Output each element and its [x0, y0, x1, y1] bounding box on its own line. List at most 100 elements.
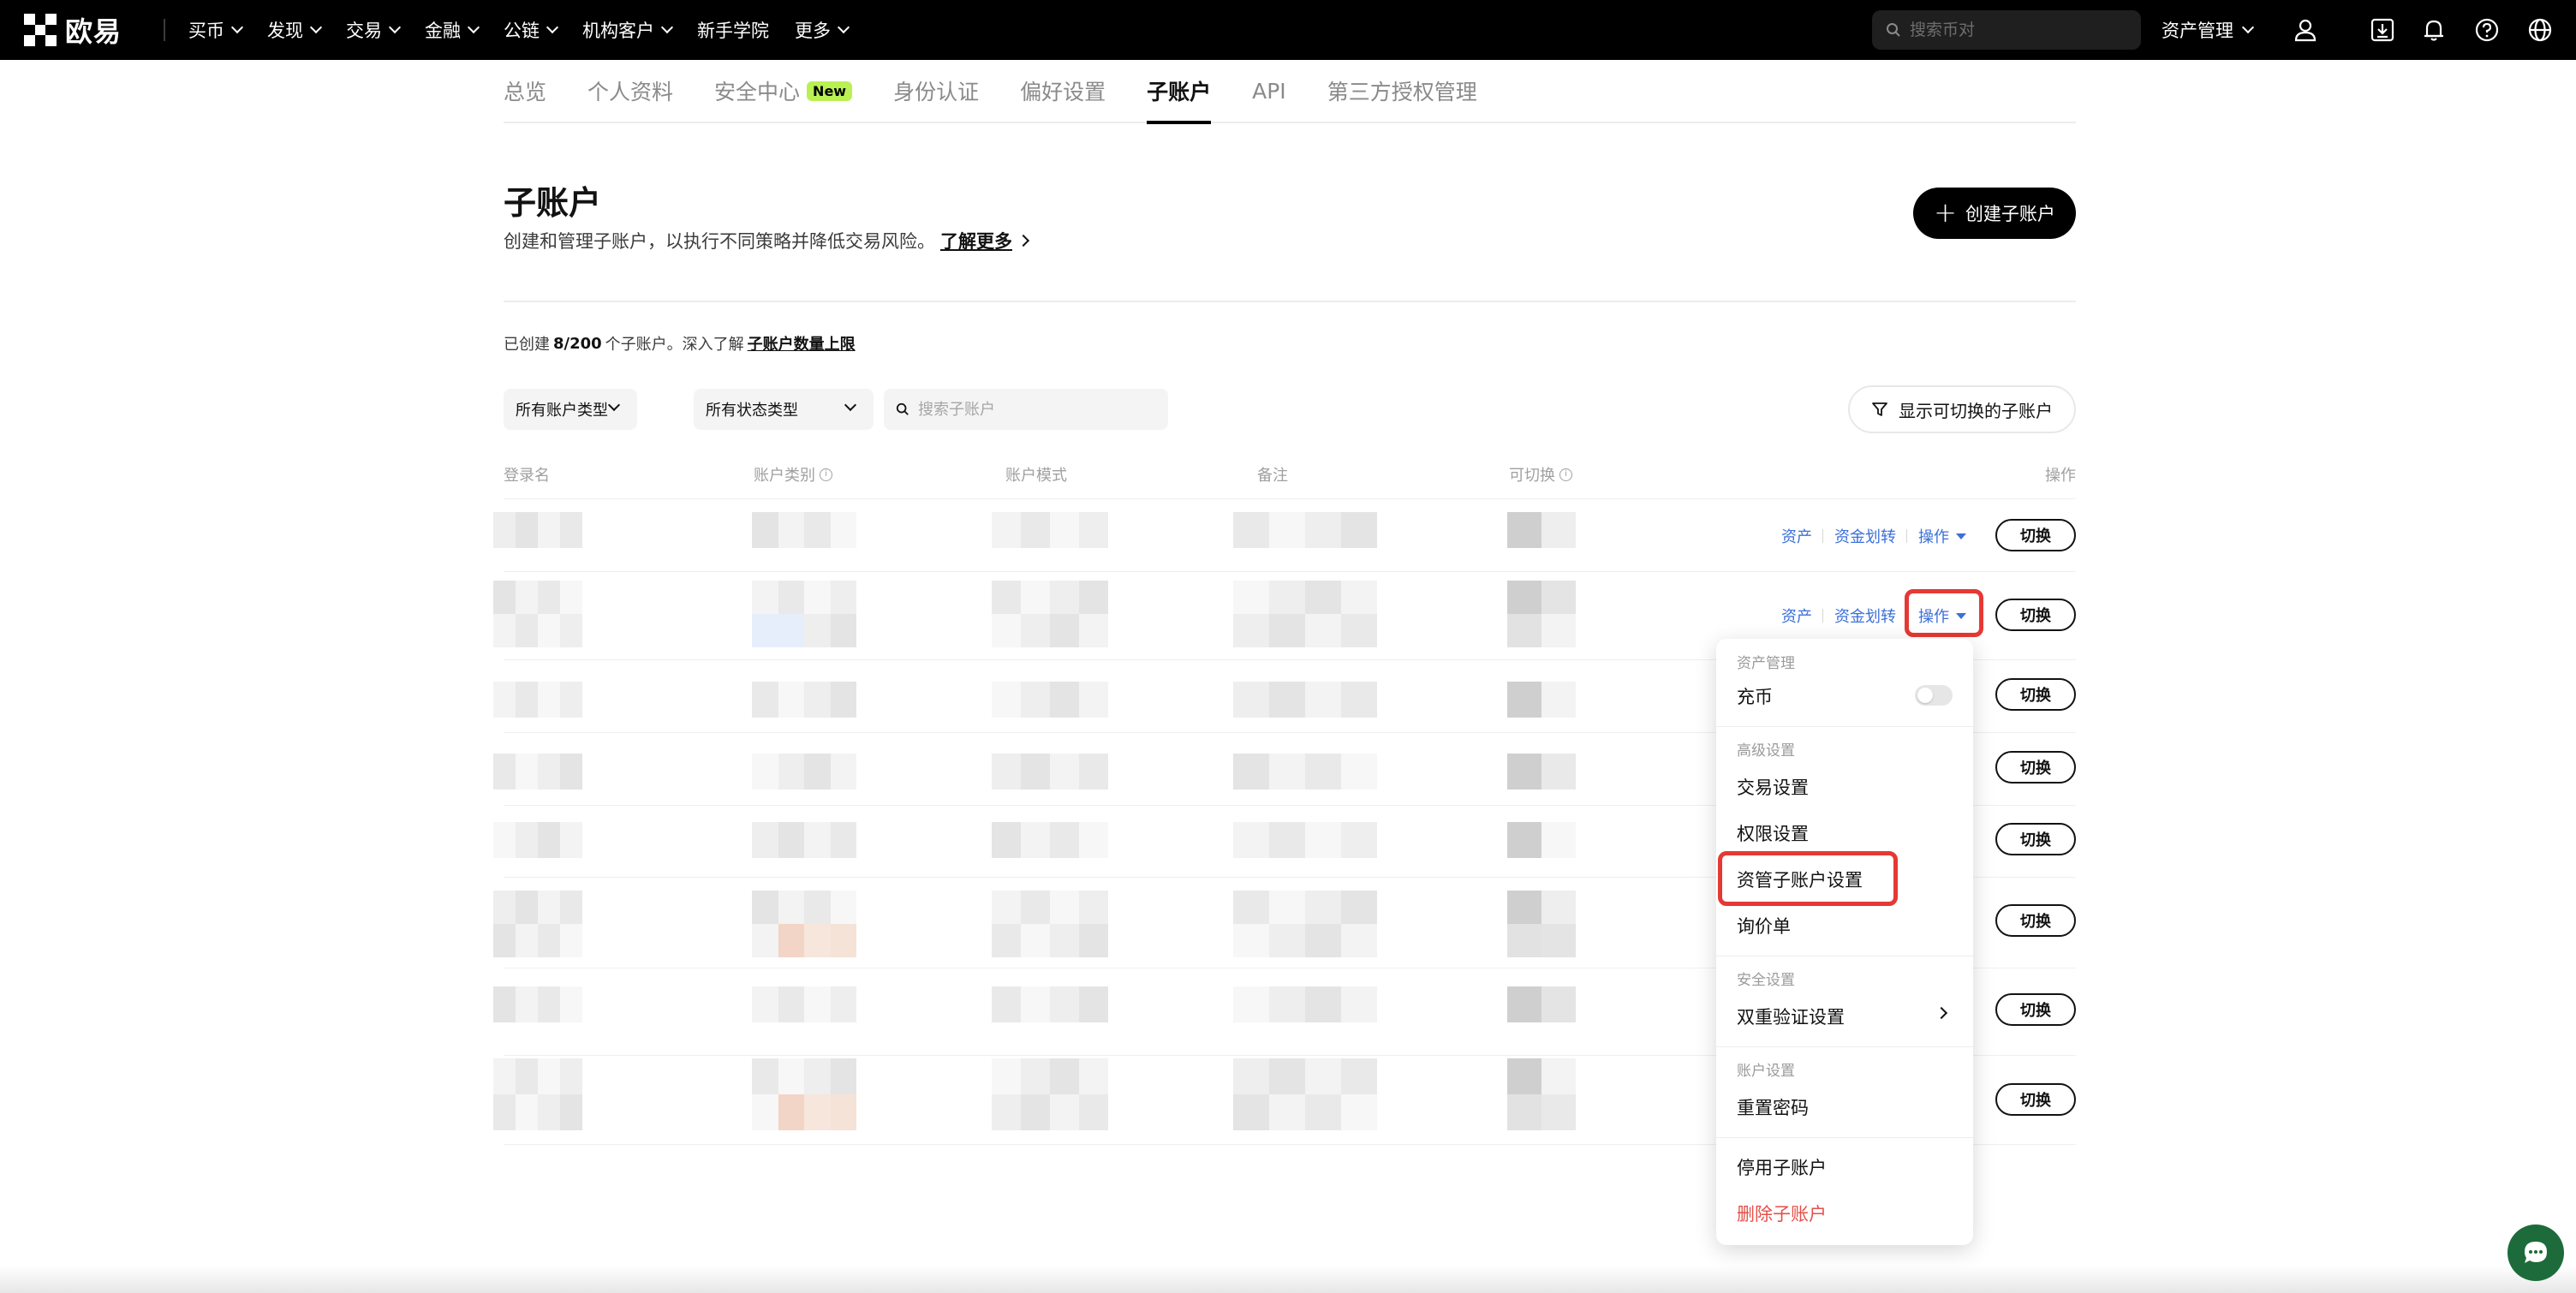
obscured-pixel	[804, 512, 831, 548]
info-icon[interactable]: i	[820, 468, 832, 481]
obscured-cell	[992, 822, 1108, 858]
nav-item-chain[interactable]: 公链	[504, 17, 559, 43]
row-switch-button[interactable]: 切换	[1995, 823, 2076, 855]
menu-item-permission-settings[interactable]: 权限设置	[1737, 820, 1809, 846]
row-switch-button[interactable]: 切换	[1995, 993, 2076, 1026]
bell-icon[interactable]	[2418, 15, 2449, 45]
obscured-cell	[992, 512, 1108, 548]
chat-support-button[interactable]	[2507, 1224, 2564, 1281]
obscured-pixel	[1305, 891, 1341, 924]
obscured-pixel	[804, 581, 831, 614]
asset-management-menu[interactable]: 资产管理	[2162, 0, 2255, 60]
action-separator	[1906, 609, 1907, 623]
obscured-pixel	[516, 614, 538, 647]
row-switch-button[interactable]: 切换	[1995, 1083, 2076, 1116]
obscured-cell	[1507, 682, 1576, 718]
caret-down-icon	[1956, 533, 1966, 539]
obscured-pixel	[992, 1058, 1021, 1094]
top-search-box[interactable]	[1872, 10, 2141, 50]
tab-third-party-auth[interactable]: 第三方授权管理	[1327, 59, 1477, 122]
nav-item-finance[interactable]: 金融	[425, 17, 480, 43]
row-operate-dropdown-open[interactable]: 操作	[1918, 605, 1966, 627]
menu-item-trade-settings[interactable]: 交易设置	[1737, 774, 1809, 800]
obscured-pixel	[1050, 682, 1079, 718]
obscured-cell	[1507, 986, 1576, 1022]
obscured-pixel	[1079, 754, 1108, 790]
obscured-cell	[992, 581, 1108, 614]
obscured-pixel	[538, 1058, 560, 1094]
learn-more-link[interactable]: 了解更多	[940, 228, 1012, 253]
brand-logo[interactable]: 欧易	[24, 14, 122, 48]
tab-identity-verification[interactable]: 身份认证	[893, 59, 979, 122]
show-switchable-button[interactable]: 显示可切换的子账户	[1848, 385, 2076, 433]
obscured-cell	[1233, 986, 1377, 1022]
obscured-pixel	[493, 924, 516, 957]
obscured-pixel	[1079, 1058, 1108, 1094]
obscured-pixel	[1507, 754, 1541, 790]
menu-divider	[1716, 726, 1973, 727]
obscured-pixel	[778, 822, 804, 858]
obscured-pixel	[1541, 1094, 1576, 1130]
account-type-select[interactable]: 所有账户类型	[504, 389, 637, 430]
subaccount-search-box[interactable]	[884, 389, 1168, 430]
tab-profile[interactable]: 个人资料	[587, 59, 673, 122]
obscured-pixel	[493, 891, 516, 924]
row-operate-dropdown[interactable]: 操作	[1918, 525, 1966, 547]
obscured-pixel	[516, 754, 538, 790]
tab-preferences[interactable]: 偏好设置	[1020, 59, 1106, 122]
create-subaccount-button[interactable]: + 创建子账户	[1913, 188, 2076, 239]
obscured-pixel	[516, 1094, 538, 1130]
globe-icon[interactable]	[2525, 15, 2555, 45]
row-transfer-link[interactable]: 资金划转	[1834, 525, 1896, 547]
download-icon[interactable]	[2367, 15, 2398, 45]
help-icon[interactable]	[2472, 15, 2502, 45]
nav-item-buy-crypto[interactable]: 买币	[188, 17, 244, 43]
page-title: 子账户	[504, 184, 602, 222]
info-icon[interactable]: i	[1559, 468, 1572, 481]
nav-item-academy[interactable]: 新手学院	[697, 17, 769, 43]
row-switch-button[interactable]: 切换	[1995, 678, 2076, 711]
row-assets-link[interactable]: 资产	[1781, 605, 1812, 627]
nav-item-trade[interactable]: 交易	[346, 17, 402, 43]
deposit-toggle[interactable]	[1915, 685, 1953, 706]
obscured-pixel	[1079, 682, 1108, 718]
menu-item-deposit[interactable]: 充币	[1737, 683, 1773, 709]
nav-item-more[interactable]: 更多	[795, 17, 850, 43]
nav-item-discover[interactable]: 发现	[267, 17, 323, 43]
plus-icon: +	[1934, 195, 1957, 229]
top-search-input[interactable]	[1910, 21, 2115, 39]
obscured-pixel	[1079, 924, 1108, 957]
tab-overview[interactable]: 总览	[504, 59, 546, 122]
row-switch-button[interactable]: 切换	[1995, 904, 2076, 937]
obscured-cell	[752, 822, 856, 858]
menu-item-rfq[interactable]: 询价单	[1737, 913, 1791, 938]
tab-subaccounts[interactable]: 子账户	[1147, 59, 1212, 124]
row-switch-button[interactable]: 切换	[1995, 599, 2076, 631]
row-switch-button[interactable]: 切换	[1995, 751, 2076, 784]
row-transfer-link[interactable]: 资金划转	[1834, 605, 1896, 627]
menu-item-disable-subaccount[interactable]: 停用子账户	[1737, 1154, 1827, 1180]
obscured-pixel	[778, 1094, 804, 1130]
tab-api[interactable]: API	[1252, 59, 1286, 122]
obscured-pixel	[1269, 891, 1305, 924]
status-type-select[interactable]: 所有状态类型	[694, 389, 874, 430]
obscured-pixel	[830, 614, 856, 647]
menu-item-two-factor[interactable]: 双重验证设置	[1737, 1004, 1959, 1029]
row-switch-button[interactable]: 切换	[1995, 519, 2076, 551]
column-header-switchable: 可切换 i	[1509, 463, 1572, 486]
obscured-pixel	[1050, 986, 1079, 1022]
subaccount-limit-link[interactable]: 子账户数量上限	[748, 332, 856, 355]
obscured-pixel	[516, 891, 538, 924]
nav-item-institutional[interactable]: 机构客户	[582, 17, 674, 43]
obscured-pixel	[1269, 822, 1305, 858]
obscured-pixel	[992, 891, 1021, 924]
menu-item-delete-subaccount[interactable]: 删除子账户	[1737, 1201, 1827, 1226]
subaccount-search-input[interactable]	[918, 400, 1158, 419]
menu-item-reset-password[interactable]: 重置密码	[1737, 1094, 1809, 1120]
user-icon[interactable]	[2290, 15, 2321, 45]
tab-security-center[interactable]: 安全中心 New	[714, 59, 853, 122]
menu-item-managed-subaccount-settings[interactable]: 资管子账户设置	[1737, 867, 1863, 892]
page-description: 创建和管理子账户，以执行不同策略并降低交易风险。 了解更多	[504, 228, 1030, 253]
obscured-pixel	[804, 614, 831, 647]
row-assets-link[interactable]: 资产	[1781, 525, 1812, 547]
